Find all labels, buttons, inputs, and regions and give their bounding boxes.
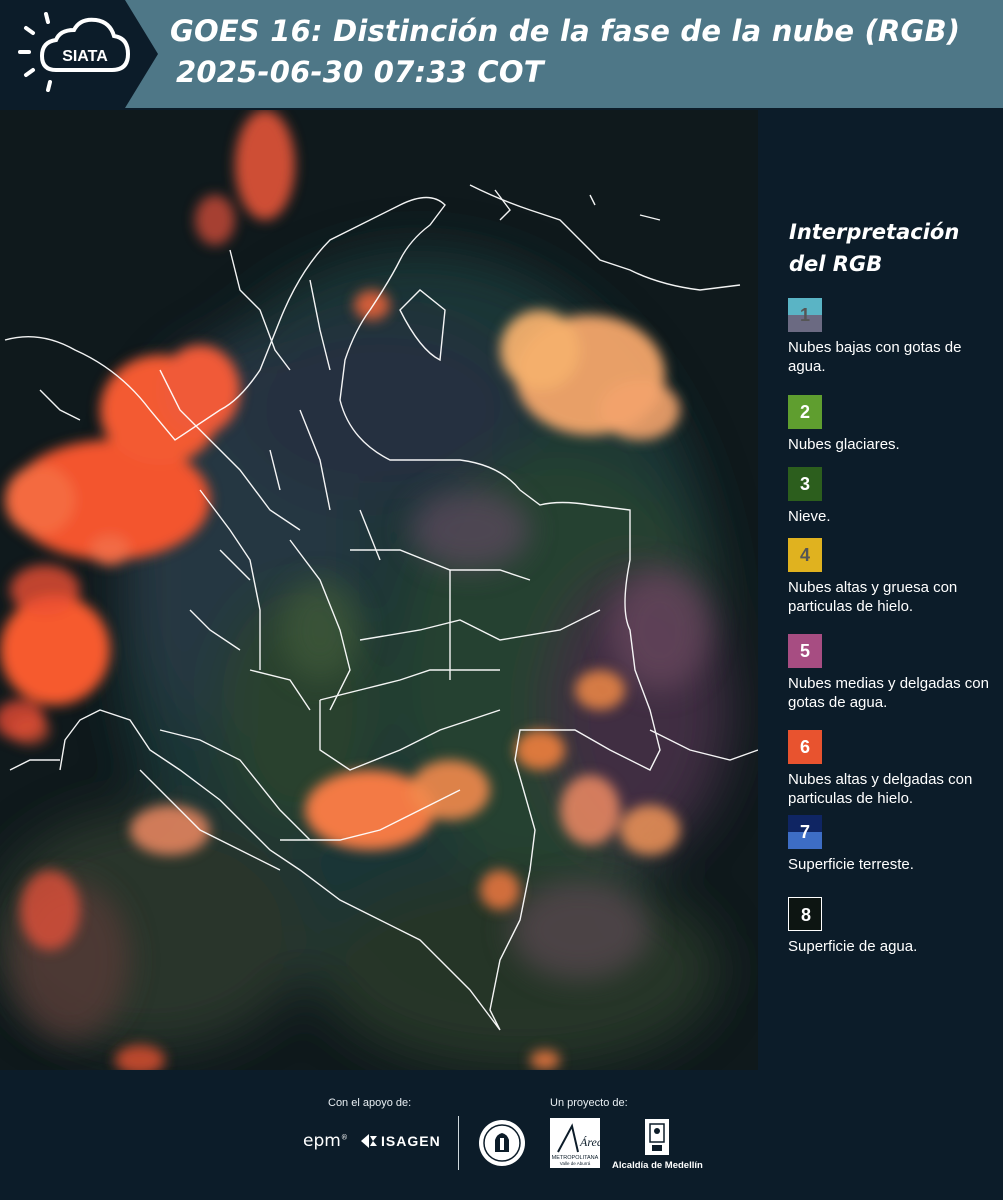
legend-item-label: Nieve.: [788, 508, 831, 525]
legend-swatch-number: 8: [800, 904, 811, 925]
epm-logo: epm®: [303, 1131, 348, 1151]
satellite-image: [0, 110, 758, 1070]
header: SIATA GOES 16: Distinción de la fase de …: [0, 0, 1003, 108]
footer-divider: [458, 1116, 459, 1170]
support-label: Con el apoyo de:: [328, 1097, 412, 1109]
legend-item-label: Nubes bajas con gotas de agua.: [788, 339, 962, 375]
alcaldia-logo-text: Alcaldía de Medellín: [612, 1160, 703, 1171]
legend-swatch-number: 6: [799, 736, 810, 757]
legend-swatch: 7: [788, 815, 822, 849]
legend-swatch-number: 5: [799, 640, 810, 661]
legend-swatch-number: 2: [799, 401, 810, 422]
legend-title-line1: Interpretación: [789, 220, 960, 244]
legend-swatch-number: 4: [799, 544, 810, 565]
legend-swatch: 2: [788, 395, 822, 429]
siata-seal-icon: [479, 1120, 525, 1166]
legend-panel: Interpretación del RGB 1 Nubes bajas con …: [760, 110, 1003, 1070]
legend-title: Interpretación del RGB: [789, 216, 959, 280]
legend-item-label: Superficie terreste.: [788, 856, 914, 873]
legend-swatch: 5: [788, 634, 822, 668]
legend-swatch: 3: [788, 467, 822, 501]
project-label: Un proyecto de:: [550, 1097, 628, 1109]
legend-swatch-number: 1: [799, 304, 810, 325]
page-datetime: 2025-06-30 07:33 COT: [176, 55, 544, 89]
legend-item-4: 4 Nubes altas y gruesa con particulas de …: [788, 538, 998, 616]
alcaldia-crest-icon: [645, 1119, 669, 1155]
legend-item-8: 8 Superficie de agua.: [788, 897, 998, 956]
legend-title-line2: del RGB: [789, 252, 883, 276]
siata-logo-text: SIATA: [62, 48, 108, 65]
legend-item-label: Nubes medias y delgadas con gotas de agu…: [788, 675, 989, 711]
legend-swatch: 6: [788, 730, 822, 764]
area-logo-sub2: Valle de Aburrá: [560, 1161, 591, 1166]
legend-item-5: 5 Nubes medias y delgadas con gotas de ag…: [788, 634, 998, 712]
area-logo-text: Área: [579, 1135, 600, 1149]
legend-item-3: 3 Nieve.: [788, 467, 998, 526]
legend-item-label: Nubes glaciares.: [788, 436, 900, 453]
legend-item-7: 7 Superficie terreste.: [788, 815, 998, 874]
satellite-map: [0, 110, 758, 1070]
legend-swatch: 4: [788, 538, 822, 572]
isagen-icon: [361, 1134, 377, 1148]
footer: Con el apoyo de: Un proyecto de: epm® IS…: [0, 1070, 1003, 1200]
legend-swatch-number: 7: [799, 821, 810, 842]
legend-item-label: Superficie de agua.: [788, 938, 918, 955]
legend-item-6: 6 Nubes altas y delgadas con particulas d…: [788, 730, 998, 808]
legend-item-2: 2 Nubes glaciares.: [788, 395, 998, 454]
page-title: GOES 16: Distinción de la fase de la nub…: [170, 14, 961, 48]
legend-swatch: 1: [788, 298, 822, 332]
legend-item-1: 1 Nubes bajas con gotas de agua.: [788, 298, 998, 376]
legend-swatch: 8: [788, 897, 822, 931]
epm-logo-text: epm: [303, 1131, 341, 1151]
area-metropolitana-logo: Área METROPOLITANA Valle de Aburrá: [550, 1118, 600, 1168]
isagen-logo-text: ISAGEN: [381, 1133, 441, 1149]
legend-swatch-number: 3: [799, 473, 810, 494]
legend-item-label: Nubes altas y gruesa con particulas de h…: [788, 579, 958, 615]
siata-logo: SIATA: [18, 12, 131, 92]
legend-item-label: Nubes altas y delgadas con particulas de…: [788, 771, 973, 807]
